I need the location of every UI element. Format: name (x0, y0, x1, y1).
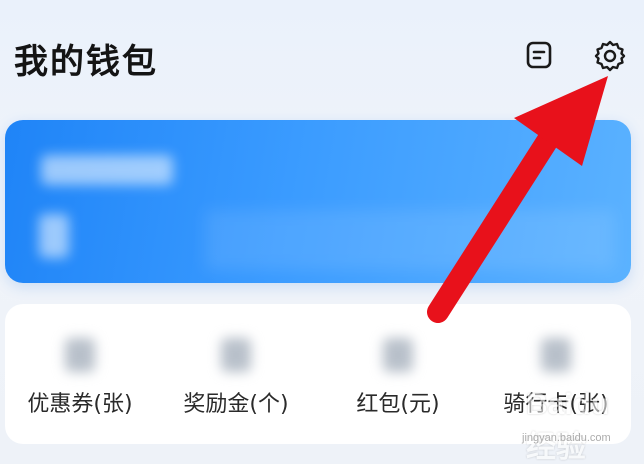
stat-label: 奖励金(个) (183, 392, 289, 417)
stat-value-blurred (383, 338, 413, 372)
watermark-text: Baidu经验 (526, 388, 610, 464)
balance-amount-blurred (39, 214, 69, 258)
watermark: Baidu经验 jingyan.baidu.com (486, 388, 638, 464)
header: 我的钱包 (0, 0, 644, 110)
stat-label: 优惠券(张) (27, 392, 133, 417)
stat-red-packets[interactable]: 红包(元) (323, 304, 473, 444)
page-title: 我的钱包 (14, 42, 158, 82)
bill-button[interactable] (522, 38, 556, 72)
settings-button[interactable] (590, 36, 630, 76)
balance-card[interactable] (5, 120, 631, 283)
gear-icon (594, 40, 626, 72)
balance-label-blurred (41, 155, 173, 185)
stat-coupons[interactable]: 优惠券(张) (5, 304, 155, 444)
stat-reward-coins[interactable]: 奖励金(个) (161, 304, 311, 444)
watermark-sub: jingyan.baidu.com (522, 432, 611, 444)
stat-value-blurred (541, 338, 571, 372)
bill-icon (526, 41, 552, 69)
card-sheen (205, 210, 615, 270)
stat-value-blurred (65, 338, 95, 372)
stat-value-blurred (221, 338, 251, 372)
stat-label: 红包(元) (356, 392, 440, 417)
